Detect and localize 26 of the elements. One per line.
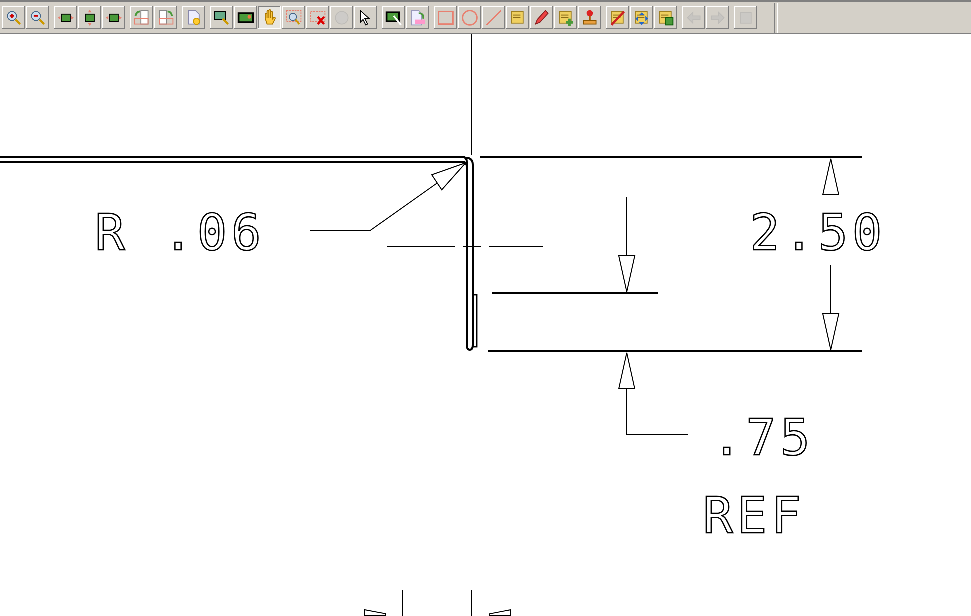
- pages-arrow-icon: [156, 8, 174, 26]
- extension-line: [402, 590, 404, 616]
- magnifier-picture-icon: [212, 8, 230, 26]
- diagonal-line-icon: [484, 8, 502, 26]
- dimension-arrow: [822, 158, 840, 196]
- dimension-text: .75: [712, 409, 814, 467]
- note-square-icon: [656, 8, 674, 26]
- magnifier-box-icon: [284, 8, 302, 26]
- circle-icon: [332, 8, 350, 26]
- dimension-text: REF: [703, 487, 806, 545]
- note-pen-icon: [608, 8, 626, 26]
- dimension-text: R .06: [95, 204, 266, 262]
- box-cross-icon: [308, 8, 326, 26]
- dimension-text: 2.50: [750, 204, 886, 262]
- pencil-icon: [532, 8, 550, 26]
- magnifier-plus-icon: [4, 8, 22, 26]
- circle-outline-icon: [460, 8, 478, 26]
- note-cross-arrows-icon: [632, 8, 650, 26]
- page-text-icon: [408, 8, 426, 26]
- rectangle-icon: [436, 8, 454, 26]
- picture-pen-icon: [384, 8, 402, 26]
- note-plus-icon: [556, 8, 574, 26]
- stamp-icon: [580, 8, 598, 26]
- note-icon: [508, 8, 526, 26]
- pages-arrow-icon: [132, 8, 150, 26]
- magnifier-minus-icon: [28, 8, 46, 26]
